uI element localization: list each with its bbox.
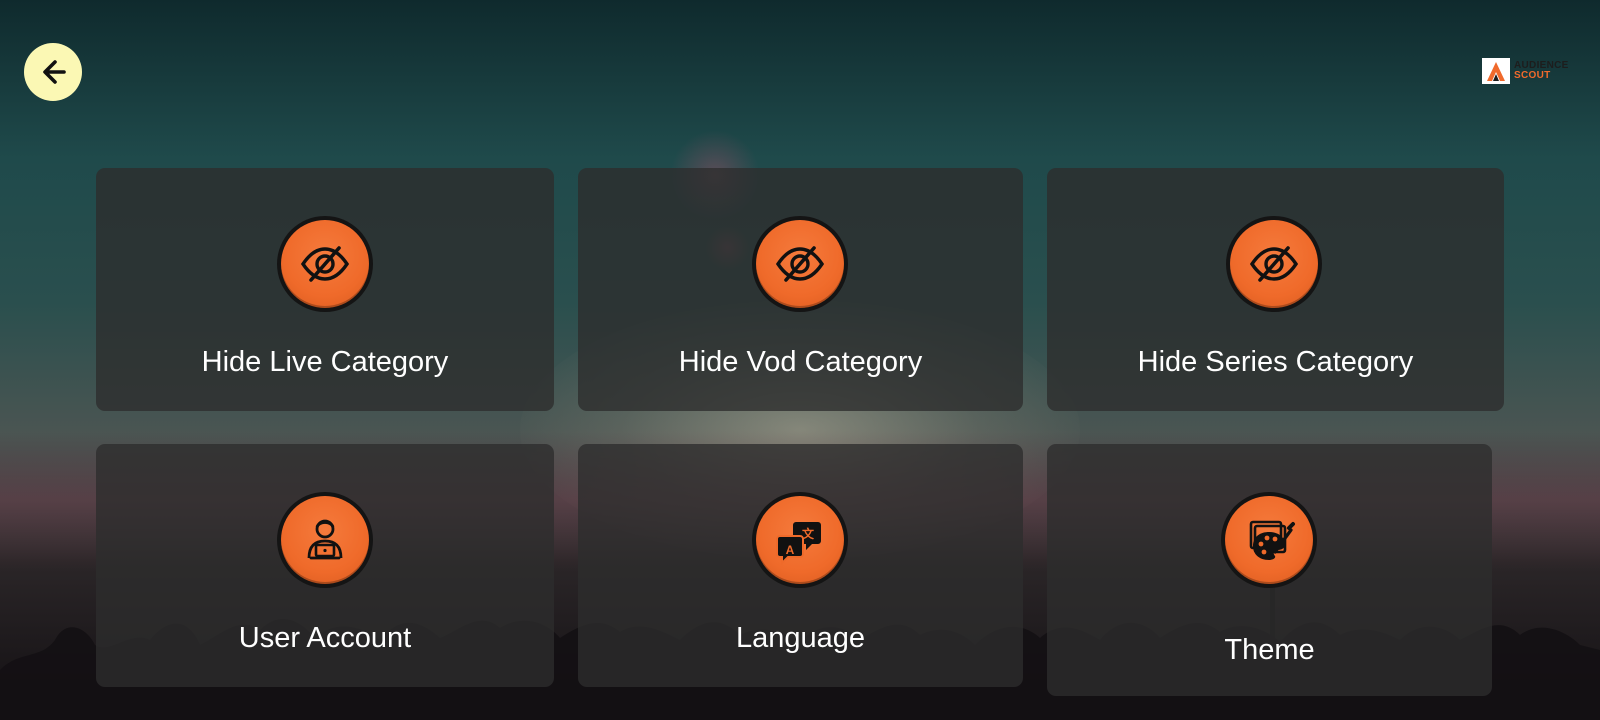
logo-mark — [1482, 58, 1510, 84]
language-card[interactable]: A 文 Language — [578, 444, 1023, 687]
icon-badge — [752, 216, 848, 312]
back-button[interactable] — [24, 43, 82, 101]
theme-card[interactable]: Theme — [1047, 444, 1492, 696]
icon-badge — [1221, 492, 1317, 588]
hide-vod-category-card[interactable]: Hide Vod Category — [578, 168, 1023, 411]
card-label: Hide Vod Category — [678, 346, 923, 378]
card-label: Language — [735, 622, 866, 654]
card-label: Hide Live Category — [201, 346, 449, 378]
user-account-card[interactable]: User Account — [96, 444, 554, 687]
svg-text:文: 文 — [802, 526, 815, 541]
translate-icon: A 文 — [776, 522, 821, 566]
user-laptop-icon — [307, 519, 343, 560]
icon-badge — [277, 216, 373, 312]
icon-badge — [277, 492, 373, 588]
palette-icon — [1249, 520, 1295, 560]
audience-scout-logo: AUDIENCE SCOUT — [1482, 58, 1569, 84]
card-label: User Account — [238, 622, 412, 654]
icon-badge: A 文 — [752, 492, 848, 588]
arrow-left-icon — [43, 60, 66, 84]
hide-live-category-card[interactable]: Hide Live Category — [96, 168, 554, 411]
logo-line-2: SCOUT — [1514, 70, 1551, 81]
logo-text: AUDIENCE SCOUT — [1514, 61, 1569, 81]
hide-series-category-card[interactable]: Hide Series Category — [1047, 168, 1504, 411]
card-label: Hide Series Category — [1137, 346, 1414, 378]
settings-screen: AUDIENCE SCOUT Hide Live Category Hide V… — [0, 0, 1600, 720]
eye-off-icon — [300, 246, 350, 282]
icon-badge — [1226, 216, 1322, 312]
eye-off-icon — [775, 246, 825, 282]
svg-text:A: A — [786, 543, 795, 557]
card-label: Theme — [1224, 634, 1315, 666]
eye-off-icon — [1249, 246, 1299, 282]
